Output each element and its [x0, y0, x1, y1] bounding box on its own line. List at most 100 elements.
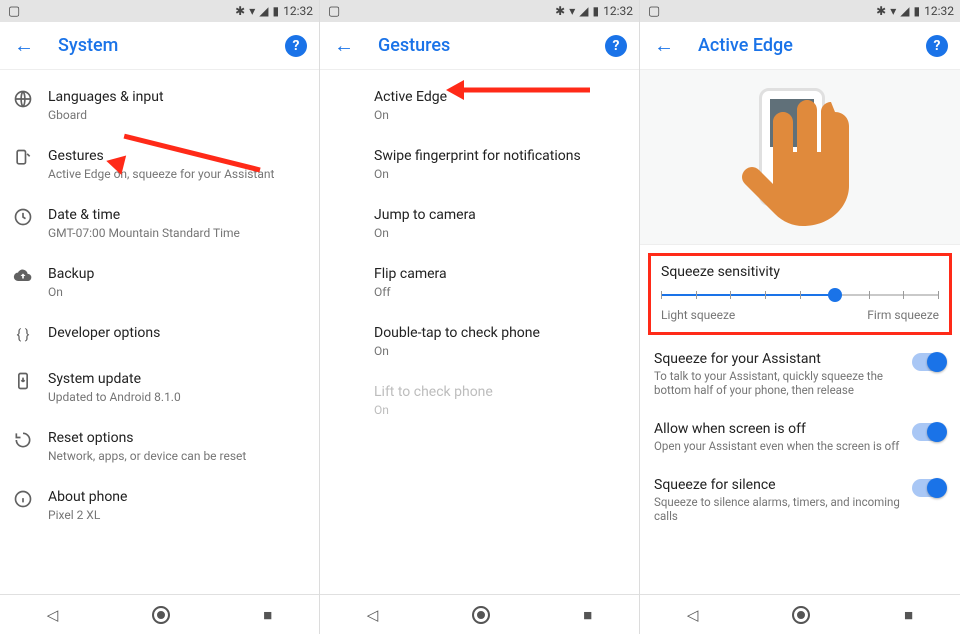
- item-active-edge[interactable]: Active Edge On: [320, 76, 639, 135]
- nav-bar: ◁ ■: [0, 594, 319, 634]
- item-sub: Active Edge on, squeeze for your Assista…: [48, 167, 303, 182]
- squeeze-sensitivity-box: Squeeze sensitivity Light squeeze Firm s…: [648, 253, 952, 335]
- item-system-update[interactable]: System update Updated to Android 8.1.0: [0, 358, 319, 417]
- clock: 12:32: [603, 4, 633, 18]
- clock: 12:32: [924, 4, 954, 18]
- item-sub: Network, apps, or device can be reset: [48, 449, 303, 464]
- notification-icon: ▢: [6, 4, 20, 19]
- signal-icon: ◢: [579, 4, 588, 18]
- nav-back[interactable]: ◁: [687, 606, 699, 624]
- item-title: Double-tap to check phone: [374, 324, 623, 342]
- back-button[interactable]: ←: [652, 33, 676, 58]
- setting-squeeze-assistant[interactable]: Squeeze for your Assistant To talk to yo…: [640, 339, 960, 409]
- toggle-switch[interactable]: [912, 353, 946, 371]
- item-title: Gestures: [48, 147, 303, 165]
- setting-title: Allow when screen is off: [654, 421, 902, 437]
- help-button[interactable]: ?: [926, 35, 948, 57]
- bluetooth-icon: ✱: [876, 4, 886, 18]
- page-title: System: [58, 35, 285, 56]
- nav-bar: ◁ ■: [640, 594, 960, 634]
- battery-icon: ▮: [273, 4, 280, 18]
- nav-recent[interactable]: ■: [263, 606, 272, 624]
- setting-allow-screen-off[interactable]: Allow when screen is off Open your Assis…: [640, 409, 960, 465]
- screen-gestures: ▢ ✱ ▾ ◢ ▮ 12:32 ← Gestures ? Active Edge…: [320, 0, 640, 634]
- item-languages-input[interactable]: Languages & input Gboard: [0, 76, 319, 135]
- screen-active-edge: ▢ ✱ ▾ ◢ ▮ 12:32 ← Active Edge ?: [640, 0, 960, 634]
- system-update-icon: [12, 370, 34, 392]
- status-bar: ▢ ✱ ▾ ◢ ▮ 12:32: [320, 0, 639, 22]
- item-title: Date & time: [48, 206, 303, 224]
- clock: 12:32: [283, 4, 313, 18]
- item-title: Developer options: [48, 324, 303, 342]
- page-title: Active Edge: [698, 35, 926, 56]
- nav-home[interactable]: [472, 606, 490, 624]
- sensitivity-title: Squeeze sensitivity: [661, 264, 939, 280]
- item-title: Lift to check phone: [374, 383, 623, 401]
- help-button[interactable]: ?: [605, 35, 627, 57]
- nav-home[interactable]: [792, 606, 810, 624]
- item-flip-camera[interactable]: Flip camera Off: [320, 253, 639, 312]
- nav-recent[interactable]: ■: [583, 606, 592, 624]
- clock-icon: [12, 206, 34, 228]
- nav-recent[interactable]: ■: [904, 606, 913, 624]
- help-button[interactable]: ?: [285, 35, 307, 57]
- item-sub: On: [374, 344, 623, 359]
- item-title: Reset options: [48, 429, 303, 447]
- hand-icon: [725, 82, 875, 232]
- globe-icon: [12, 88, 34, 110]
- wifi-icon: ▾: [569, 4, 575, 18]
- item-gestures[interactable]: Gestures Active Edge on, squeeze for you…: [0, 135, 319, 194]
- back-button[interactable]: ←: [12, 33, 36, 58]
- page-title: Gestures: [378, 35, 605, 56]
- bluetooth-icon: ✱: [555, 4, 565, 18]
- item-sub: On: [374, 167, 623, 182]
- app-bar: ← Active Edge ?: [640, 22, 960, 70]
- item-developer-options[interactable]: { } Developer options: [0, 312, 319, 358]
- item-date-time[interactable]: Date & time GMT-07:00 Mountain Standard …: [0, 194, 319, 253]
- app-bar: ← Gestures ?: [320, 22, 639, 70]
- item-sub: Off: [374, 285, 623, 300]
- status-bar: ▢ ✱ ▾ ◢ ▮ 12:32: [0, 0, 319, 22]
- item-double-tap[interactable]: Double-tap to check phone On: [320, 312, 639, 371]
- nav-bar: ◁ ■: [320, 594, 639, 634]
- setting-sub: Squeeze to silence alarms, timers, and i…: [654, 495, 902, 523]
- item-title: System update: [48, 370, 303, 388]
- item-jump-to-camera[interactable]: Jump to camera On: [320, 194, 639, 253]
- wifi-icon: ▾: [249, 4, 255, 18]
- battery-icon: ▮: [593, 4, 600, 18]
- signal-icon: ◢: [259, 4, 268, 18]
- item-sub: On: [374, 108, 623, 123]
- toggle-switch[interactable]: [912, 479, 946, 497]
- setting-sub: To talk to your Assistant, quickly squee…: [654, 369, 902, 397]
- notification-icon: ▢: [646, 4, 660, 19]
- item-sub: Updated to Android 8.1.0: [48, 390, 303, 405]
- signal-icon: ◢: [900, 4, 909, 18]
- item-lift-to-check: Lift to check phone On: [320, 371, 639, 430]
- sensitivity-slider[interactable]: [661, 286, 939, 304]
- gesture-icon: [12, 147, 34, 169]
- item-backup[interactable]: Backup On: [0, 253, 319, 312]
- info-icon: [12, 488, 34, 510]
- screen-system: ▢ ✱ ▾ ◢ ▮ 12:32 ← System ? Languages & i…: [0, 0, 320, 634]
- item-swipe-fingerprint[interactable]: Swipe fingerprint for notifications On: [320, 135, 639, 194]
- item-sub: On: [374, 226, 623, 241]
- slider-max-label: Firm squeeze: [867, 308, 939, 322]
- item-sub: Pixel 2 XL: [48, 508, 303, 523]
- setting-squeeze-silence[interactable]: Squeeze for silence Squeeze to silence a…: [640, 465, 960, 535]
- hero-illustration: [640, 70, 960, 245]
- nav-back[interactable]: ◁: [47, 606, 59, 624]
- back-button[interactable]: ←: [332, 33, 356, 58]
- item-title: Flip camera: [374, 265, 623, 283]
- item-title: Languages & input: [48, 88, 303, 106]
- item-reset-options[interactable]: Reset options Network, apps, or device c…: [0, 417, 319, 476]
- braces-icon: { }: [12, 324, 34, 346]
- reset-icon: [12, 429, 34, 451]
- toggle-switch[interactable]: [912, 423, 946, 441]
- nav-back[interactable]: ◁: [367, 606, 379, 624]
- item-title: About phone: [48, 488, 303, 506]
- nav-home[interactable]: [152, 606, 170, 624]
- status-bar: ▢ ✱ ▾ ◢ ▮ 12:32: [640, 0, 960, 22]
- item-about-phone[interactable]: About phone Pixel 2 XL: [0, 476, 319, 535]
- item-title: Jump to camera: [374, 206, 623, 224]
- setting-title: Squeeze for silence: [654, 477, 902, 493]
